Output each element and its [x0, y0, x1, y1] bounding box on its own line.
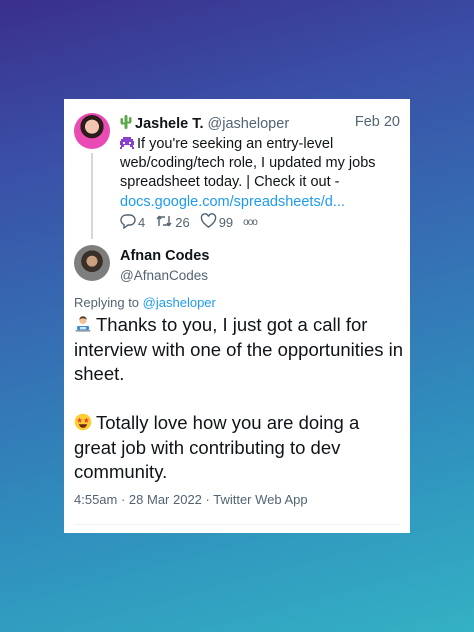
- reply-action[interactable]: 4: [120, 213, 145, 232]
- divider: [74, 524, 400, 525]
- replying-prefix: Replying to: [74, 295, 140, 310]
- replying-to-line: Replying to @jasheloper: [74, 295, 216, 310]
- like-icon: [200, 212, 219, 232]
- more-options-button[interactable]: ooo: [243, 216, 258, 228]
- quoted-tweet-date[interactable]: Feb 20: [355, 114, 400, 130]
- quoted-author-handle[interactable]: @jasheloper: [208, 116, 290, 132]
- cactus-icon: [120, 115, 132, 129]
- spreadsheet-link[interactable]: docs.google.com/spreadsheets/d...: [120, 194, 345, 210]
- quoted-tweet[interactable]: Jashele T. @jasheloper Feb 20 If you're s…: [64, 99, 410, 239]
- thread-connector-line: [91, 153, 93, 239]
- tweet-paragraph-2-text: Totally love how you are doing a great j…: [74, 412, 360, 482]
- author-handle[interactable]: @AfnanCodes: [120, 268, 208, 283]
- alien-icon: [120, 136, 134, 149]
- like-action[interactable]: 99: [200, 212, 234, 232]
- star-struck-emoji: [74, 413, 92, 431]
- quoted-tweet-actions: 4 26 99 ooo: [120, 212, 267, 232]
- retweet-action[interactable]: 26: [155, 213, 190, 232]
- reply-count: 4: [138, 214, 146, 230]
- technologist-emoji: [74, 315, 92, 333]
- author-name[interactable]: Afnan Codes: [120, 248, 209, 264]
- quoted-tweet-text: If you're seeking an entry-level web/cod…: [120, 135, 406, 212]
- tweet-card: Jashele T. @jasheloper Feb 20 If you're s…: [64, 99, 410, 533]
- quoted-tweet-body: If you're seeking an entry-level web/cod…: [120, 136, 376, 191]
- quoted-tweet-header: Jashele T. @jasheloper Feb 20: [120, 114, 400, 134]
- tweet-paragraph-1-text: Thanks to you, I just got a call for int…: [74, 314, 404, 384]
- tweet-text: Thanks to you, I just got a call for int…: [74, 313, 404, 485]
- retweet-icon: [155, 213, 175, 232]
- afnan-avatar[interactable]: [74, 245, 110, 281]
- jashele-avatar[interactable]: [74, 113, 110, 149]
- replying-to-link[interactable]: @jasheloper: [143, 295, 216, 310]
- more-icon: ooo: [243, 216, 258, 228]
- retweet-count: 26: [175, 214, 190, 230]
- tweet-paragraph-2: Totally love how you are doing a great j…: [74, 411, 404, 485]
- tweet-paragraph-1: Thanks to you, I just got a call for int…: [74, 313, 404, 387]
- quoted-author-name[interactable]: Jashele T.: [135, 116, 204, 132]
- like-count: 99: [218, 214, 234, 230]
- tweet-timestamp[interactable]: 4:55am · 28 Mar 2022 · Twitter Web App: [74, 492, 308, 507]
- reply-icon: [120, 213, 138, 232]
